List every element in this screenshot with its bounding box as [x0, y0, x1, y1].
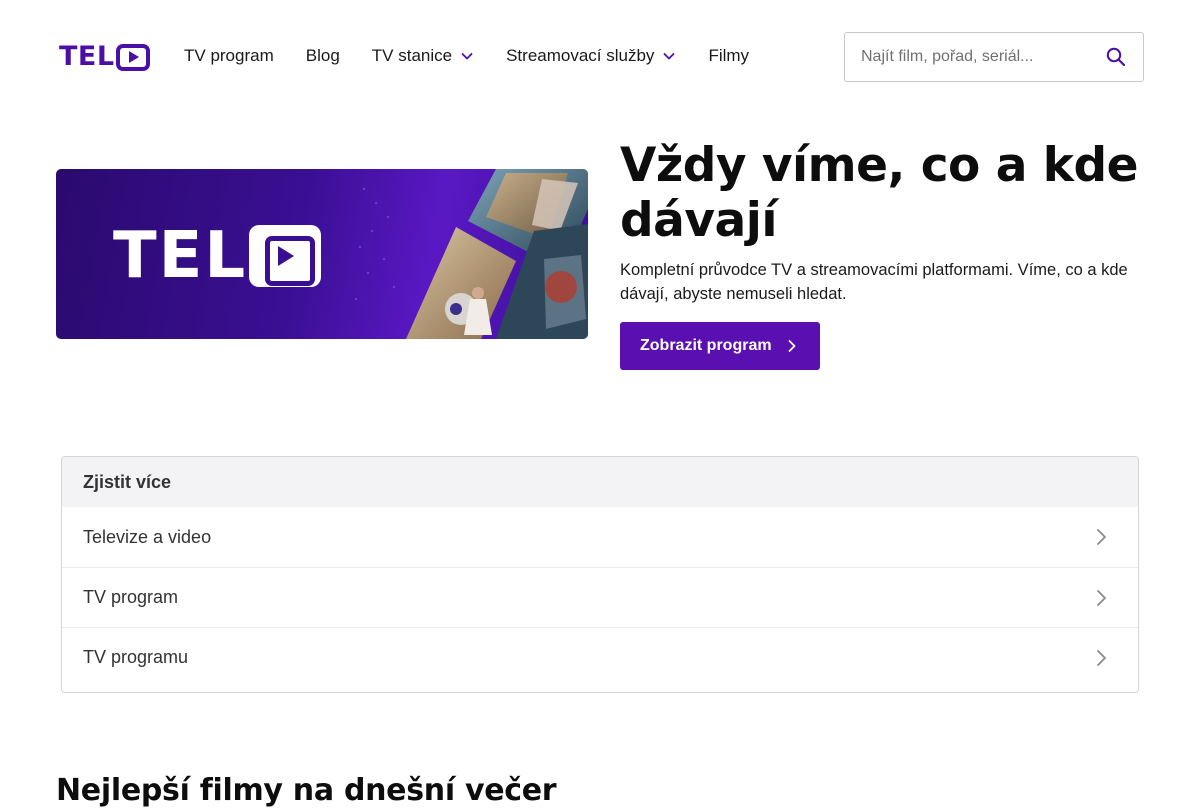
- nav-item-blog[interactable]: Blog: [306, 46, 340, 66]
- nav-item-label: TV stanice: [371, 46, 453, 65]
- nav-item-filmy[interactable]: Filmy: [708, 46, 749, 66]
- best-movies-section-title: Nejlepší filmy na dnešní večer: [56, 773, 557, 808]
- banner-play-icon: [249, 225, 322, 287]
- learn-more-heading: Zjistit více: [62, 457, 1138, 507]
- chevron-right-icon: [1094, 588, 1110, 608]
- logo-play-icon: [115, 43, 150, 71]
- learn-more-item-label: TV program: [83, 587, 179, 607]
- logo-wordmark: TEL: [59, 41, 115, 72]
- hero-subtitle: Kompletní průvodce TV a streamovacími pl…: [620, 261, 1128, 303]
- search-box: [844, 32, 1144, 82]
- nav-item-label: Filmy: [708, 46, 750, 65]
- banner-logo: TEL: [113, 219, 322, 293]
- learn-more-item[interactable]: TV programu: [62, 627, 1138, 687]
- main-nav: TV program Blog TV stanice Streamovací s…: [184, 44, 749, 68]
- search-input[interactable]: [845, 33, 1089, 81]
- site-header: TEL TV program Blog TV stanice Streamova…: [0, 0, 1200, 112]
- show-program-button-label: Zobrazit program: [640, 337, 772, 354]
- chevron-right-icon: [1094, 648, 1110, 668]
- nav-item-label: Streamovací služby: [506, 46, 655, 65]
- hero-title: Vždy víme, co a kde dávají: [620, 138, 1139, 248]
- nav-item-streamovaci-sluzby[interactable]: Streamovací služby: [506, 46, 676, 66]
- nav-item-label: Blog: [305, 46, 340, 65]
- nav-item-tv-program[interactable]: TV program: [184, 46, 274, 66]
- learn-more-item[interactable]: Televize a video: [62, 507, 1138, 567]
- learn-more-panel: Zjistit více Televize a video TV program…: [61, 456, 1139, 693]
- learn-more-item[interactable]: TV program: [62, 567, 1138, 627]
- site-logo[interactable]: TEL: [59, 43, 150, 71]
- banner-logo-text: TEL: [113, 219, 248, 293]
- chevron-down-icon: [460, 49, 474, 63]
- nav-item-tv-stanice[interactable]: TV stanice: [372, 46, 474, 66]
- hero-banner-image: TEL: [56, 169, 588, 339]
- chevron-right-icon: [1094, 527, 1110, 547]
- learn-more-item-label: TV programu: [83, 647, 189, 667]
- chevron-right-icon: [786, 339, 798, 353]
- search-button[interactable]: [1089, 33, 1143, 81]
- nav-item-label: TV program: [184, 46, 274, 65]
- chevron-down-icon: [662, 49, 676, 63]
- learn-more-item-label: Televize a video: [83, 526, 212, 547]
- banner-movie-collage: [354, 169, 588, 339]
- search-icon: [1106, 47, 1126, 67]
- show-program-button[interactable]: Zobrazit program: [620, 322, 820, 370]
